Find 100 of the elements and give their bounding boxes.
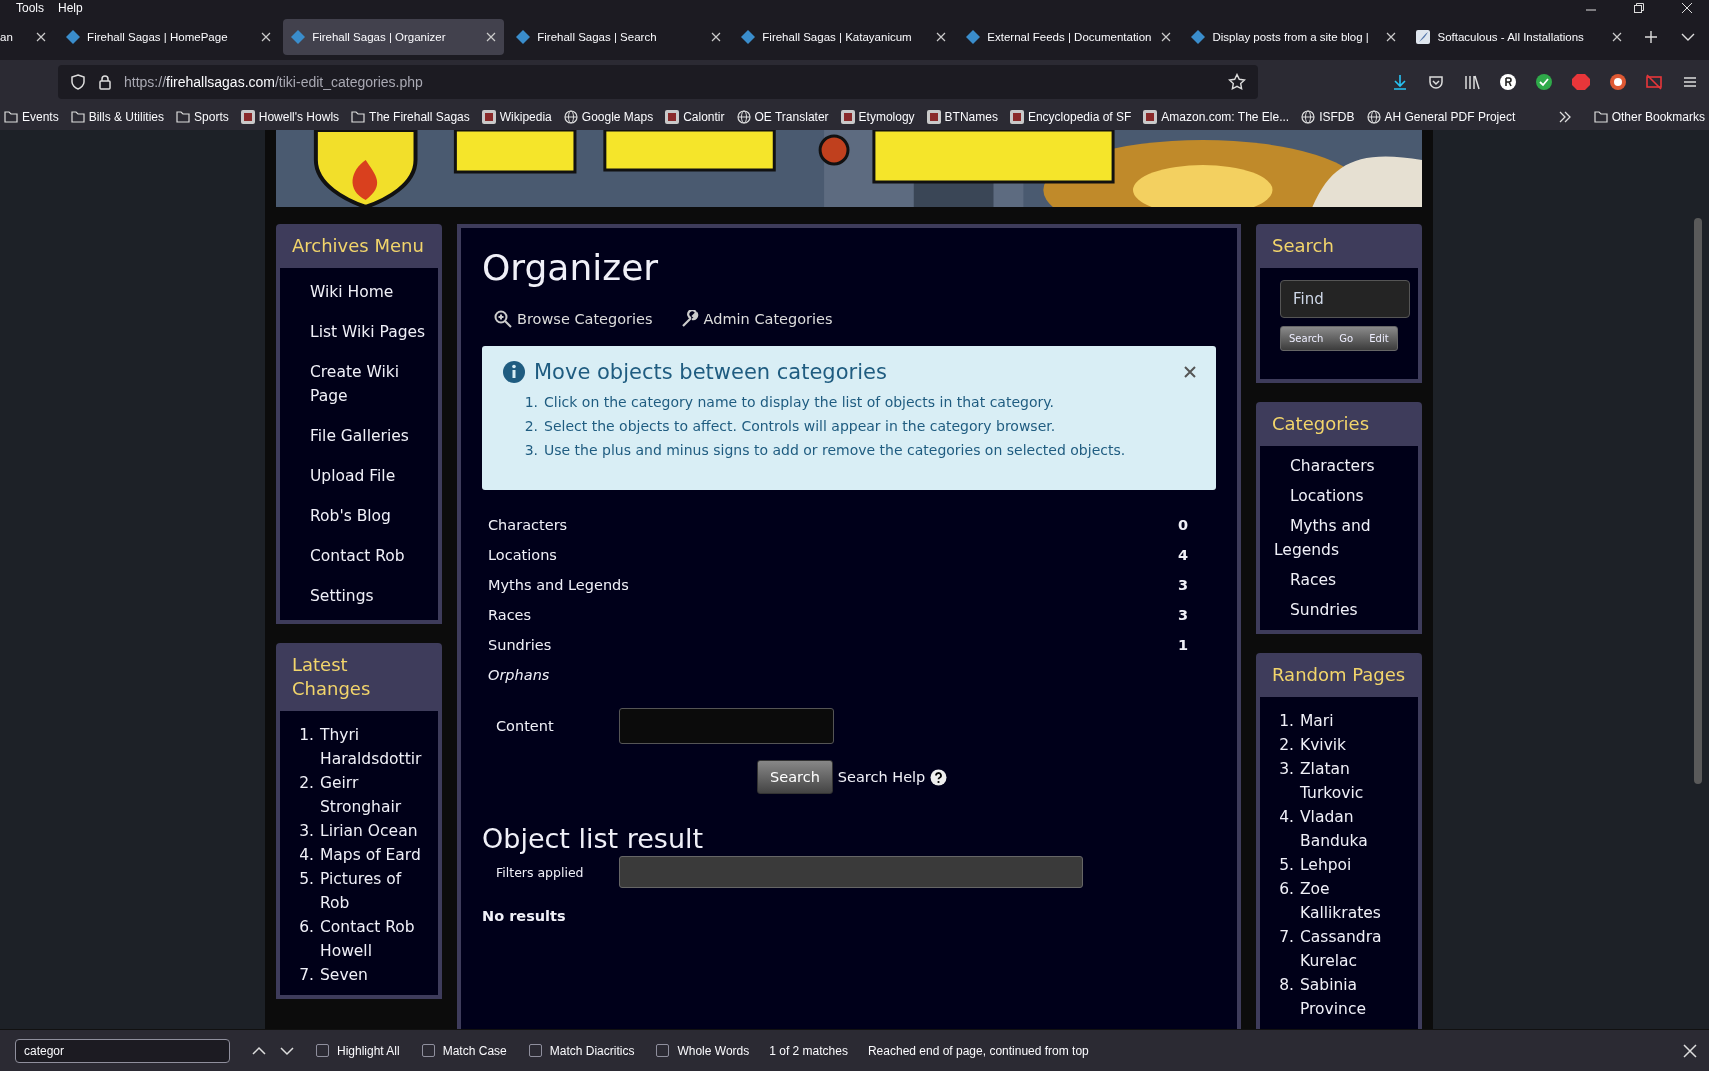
menu-link[interactable]: Upload File: [310, 464, 438, 488]
menu-item[interactable]: Tools: [16, 2, 44, 14]
page-link[interactable]: Sabinia Province: [1300, 973, 1414, 1021]
category-link[interactable]: Myths and Legends: [1274, 514, 1414, 562]
object-count: 3: [1177, 576, 1188, 595]
checkbox[interactable]: [421, 1044, 435, 1057]
category-link[interactable]: Races: [488, 600, 532, 630]
browser-tab[interactable]: Firehall Sagas | Organizer: [283, 19, 505, 55]
list-number: 2.: [524, 417, 538, 436]
menu-item[interactable]: Help: [58, 2, 83, 14]
page-link[interactable]: Geirr Stronghair: [320, 771, 434, 819]
help-icon[interactable]: [930, 768, 948, 786]
bookmark[interactable]: Howell's Howls: [240, 110, 340, 124]
checkmark-icon[interactable]: [1535, 73, 1553, 91]
category-link[interactable]: Sundries: [488, 630, 552, 660]
blocked-icon[interactable]: [1645, 73, 1663, 91]
bookmark[interactable]: Other Bookmarks: [1593, 110, 1705, 124]
page-link[interactable]: Zlatan Turkovic: [1300, 757, 1414, 805]
page-link[interactable]: Cassandra Kurelac: [1300, 925, 1414, 973]
search-button[interactable]: Search: [757, 760, 833, 794]
filters-field[interactable]: [619, 856, 1083, 888]
extension-icon[interactable]: [1499, 73, 1517, 91]
category-link[interactable]: Locations: [488, 540, 557, 570]
category-link[interactable]: Orphans: [488, 660, 550, 690]
page-link[interactable]: Lehpoi: [1300, 853, 1352, 877]
bookmark[interactable]: The Firehall Sagas: [351, 110, 470, 124]
tab-title: Softaculous - All Installations: [1437, 31, 1585, 43]
search-panel-button[interactable]: Edit: [1361, 327, 1397, 350]
menu-link[interactable]: Wiki Home: [310, 280, 438, 304]
checkbox[interactable]: [528, 1044, 542, 1057]
menu-link[interactable]: Rob's Blog: [310, 504, 438, 528]
bookmark[interactable]: AH General PDF Project: [1366, 110, 1516, 124]
bookmark[interactable]: Sports: [176, 110, 229, 124]
browser-tab[interactable]: Firehall Sagas | Search: [508, 19, 730, 55]
page-link[interactable]: Zoe Kallikrates: [1300, 877, 1414, 925]
star-icon[interactable]: [1228, 73, 1246, 91]
page-link[interactable]: Kvivik: [1300, 733, 1347, 757]
admin-link[interactable]: Admin Categories: [680, 310, 833, 328]
bookmark[interactable]: ISFDB: [1301, 110, 1355, 124]
lock-icon: [98, 74, 112, 90]
checkbox-label: Match Diacritics: [549, 1043, 635, 1058]
bookmark[interactable]: Events: [4, 110, 59, 124]
page-link[interactable]: Seven: [320, 963, 368, 987]
bookmark[interactable]: Bills & Utilities: [70, 110, 165, 124]
page-link[interactable]: Contact Rob Howell: [320, 915, 434, 963]
address-bar[interactable]: https://firehallsagas.com/tiki-edit_categories.php: [58, 65, 1258, 99]
chevron-double-icon[interactable]: [1557, 111, 1572, 123]
site-icon: [1143, 110, 1158, 124]
bookmark[interactable]: OE Translater: [736, 110, 829, 124]
category-link[interactable]: Myths and Legends: [488, 570, 629, 600]
bookmark[interactable]: Encyclopedia of SF: [1009, 110, 1132, 124]
bookmark[interactable]: Google Maps: [563, 110, 654, 124]
bookmark[interactable]: Calontir: [665, 110, 725, 124]
page-link[interactable]: Vladan Banduka: [1300, 805, 1414, 853]
new-tab-icon[interactable]: [1643, 30, 1658, 44]
browser-tab[interactable]: Softaculous - All Installations: [1408, 19, 1630, 55]
bookmark[interactable]: Etymology: [840, 110, 915, 124]
page-link[interactable]: Maps of Eard: [320, 843, 421, 867]
pocket-icon[interactable]: [1427, 73, 1445, 91]
page-link[interactable]: Thyri Haraldsdottir: [320, 723, 434, 771]
bookmark[interactable]: BTNames: [926, 110, 998, 124]
menu-link[interactable]: List Wiki Pages: [310, 320, 438, 344]
page-link[interactable]: Pictures of Rob: [320, 867, 434, 915]
category-link[interactable]: Races: [1274, 568, 1414, 592]
chevron-up-icon[interactable]: [252, 1045, 266, 1056]
close-icon[interactable]: [1184, 366, 1196, 378]
chevron-down-icon[interactable]: [280, 1045, 294, 1056]
search-field[interactable]: Find: [1280, 280, 1410, 318]
bookmark[interactable]: Amazon.com: The Ele...: [1143, 110, 1290, 124]
library-icon[interactable]: [1463, 73, 1481, 91]
category-link[interactable]: Characters: [1274, 454, 1414, 478]
category-link[interactable]: Sundries: [1274, 598, 1414, 622]
browse-link[interactable]: Browse Categories: [494, 310, 653, 328]
menu-link[interactable]: Contact Rob: [310, 544, 438, 568]
bookmark[interactable]: Wikipedia: [481, 110, 552, 124]
search-help-link[interactable]: Search Help: [837, 769, 926, 785]
checkbox[interactable]: [656, 1044, 670, 1057]
browser-tab[interactable]: Firehall Sagas | Katayanicum: [733, 19, 955, 55]
panel-title: Random Pages: [1271, 663, 1407, 687]
category-link[interactable]: Characters: [488, 510, 568, 540]
browser-tab[interactable]: an: [0, 19, 55, 55]
folder-icon: [70, 111, 85, 123]
category-link[interactable]: Locations: [1274, 484, 1414, 508]
menu-link[interactable]: Create Wiki Page: [310, 360, 438, 408]
page-link[interactable]: Mari: [1300, 709, 1334, 733]
checkbox[interactable]: [316, 1044, 329, 1057]
search-panel-button[interactable]: Go: [1331, 327, 1362, 350]
find-in-page-field[interactable]: categor: [15, 1038, 230, 1063]
content-field[interactable]: [619, 708, 834, 744]
browser-tab[interactable]: Display posts from a site blog |: [1183, 19, 1405, 55]
menu-link[interactable]: Settings: [310, 584, 438, 608]
restore-icon[interactable]: [1633, 2, 1645, 14]
menu-link[interactable]: File Galleries: [310, 424, 438, 448]
download-icon[interactable]: [1391, 73, 1409, 91]
diamond-icon: [66, 30, 81, 44]
page-link[interactable]: Lirian Ocean: [320, 819, 418, 843]
search-panel-button[interactable]: Search: [1281, 327, 1332, 350]
browser-tab[interactable]: Firehall Sagas | HomePage: [58, 19, 280, 55]
browser-tab[interactable]: External Feeds | Documentation: [958, 19, 1180, 55]
tab-title: Firehall Sagas | Organizer: [312, 31, 447, 43]
